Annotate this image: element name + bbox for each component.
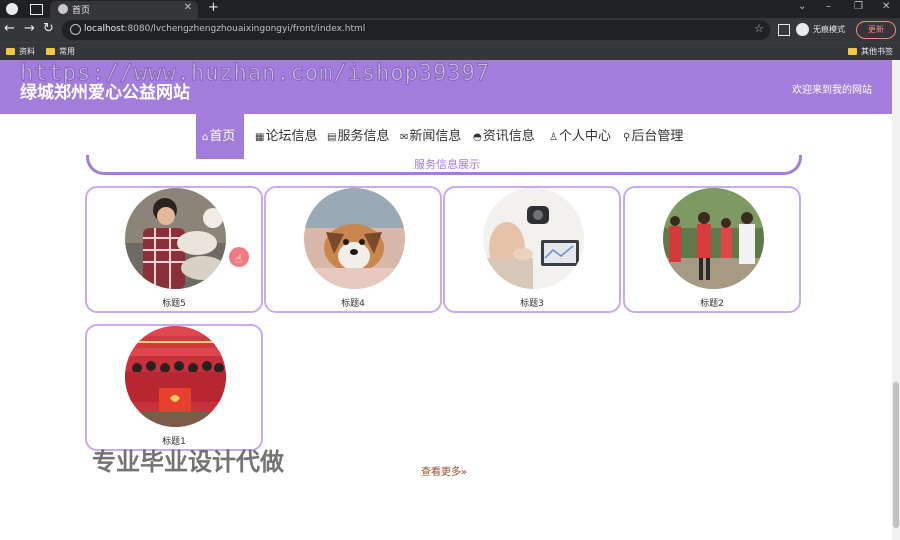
nav-item-info[interactable]: ◓资讯信息	[473, 114, 535, 159]
nav-item-service[interactable]: ▤服务信息	[327, 114, 389, 159]
welcome-text: 欢迎来到我的网站	[792, 85, 872, 96]
forum-icon: ▦	[255, 132, 265, 143]
back-arrow-icon[interactable]: ←	[4, 21, 15, 36]
reload-icon[interactable]: ↻	[43, 21, 54, 36]
card-photo[interactable]	[125, 326, 226, 427]
side-panel-icon[interactable]	[778, 24, 790, 36]
hand-pointer-icon: ☝	[235, 252, 243, 266]
nav-item-news[interactable]: ✉新闻信息	[400, 114, 461, 159]
browser-menu-icon[interactable]	[6, 3, 18, 15]
user-icon: ♙	[549, 132, 558, 143]
main-nav: ⌂首页 ▦论坛信息 ▤服务信息 ✉新闻信息 ◓资讯信息 ♙个人中心 ⚲后台管理	[0, 114, 892, 159]
bookmark-folder-changyong[interactable]: 常用	[46, 46, 75, 57]
close-tab-icon[interactable]: ✕	[184, 2, 192, 13]
cap-icon: ◓	[473, 132, 482, 143]
card-photo[interactable]	[483, 188, 584, 289]
mail-icon: ✉	[400, 132, 409, 143]
folder-icon	[6, 48, 15, 55]
browser-tab-active[interactable]: 首页 ✕	[50, 1, 198, 18]
watermark-text: 专业毕业设计代做	[92, 448, 284, 476]
nav-item-profile[interactable]: ♙个人中心	[549, 114, 611, 159]
address-bar[interactable]: localhost:8080/lvchengzhengzhouaixingong…	[62, 20, 770, 40]
section-header-band: 服务信息展示	[86, 155, 802, 175]
card-photo[interactable]	[663, 188, 764, 289]
site-info-icon[interactable]	[70, 24, 81, 35]
close-window-button[interactable]: ✕	[882, 1, 890, 12]
card-photo[interactable]	[125, 188, 226, 289]
new-tab-button[interactable]: +	[208, 0, 219, 15]
card-caption: 标题2	[700, 299, 724, 309]
service-card[interactable]: 标题1	[85, 324, 263, 451]
site-header: 绿城郑州爱心公益网站 https://www.huzhan.com/ishop3…	[0, 60, 892, 114]
nav-item-home[interactable]: ⌂首页	[196, 114, 244, 159]
section-title: 服务信息展示	[414, 158, 480, 171]
link-icon: ⚲	[623, 132, 631, 143]
watermark-url: https://www.huzhan.com/ishop39397	[19, 61, 491, 87]
minimize-button[interactable]: –	[826, 1, 831, 12]
scrollbar-thumb[interactable]	[893, 382, 899, 528]
service-card[interactable]: 标题4	[264, 186, 442, 313]
incognito-avatar-icon[interactable]	[796, 23, 809, 36]
restore-button[interactable]: ❐	[854, 1, 863, 12]
service-icon: ▤	[327, 132, 337, 143]
incognito-label: 无痕模式	[813, 25, 845, 34]
tab-title: 首页	[72, 6, 91, 16]
update-button[interactable]: 更新	[856, 21, 896, 39]
page-viewport: 绿城郑州爱心公益网站 https://www.huzhan.com/ishop3…	[0, 60, 892, 540]
browser-toolbar: ← → ↻ localhost:8080/lvchengzhengzhouaix…	[0, 18, 900, 42]
folder-icon	[46, 48, 55, 55]
browser-tab-strip: 首页 ✕ + ⌄ – ❐ ✕	[0, 0, 900, 18]
card-caption: 标题4	[341, 299, 365, 309]
view-more-link[interactable]: 查看更多»	[421, 463, 467, 478]
folder-icon	[848, 48, 857, 55]
forward-arrow-icon[interactable]: →	[24, 21, 35, 36]
nav-item-forum[interactable]: ▦论坛信息	[255, 114, 317, 159]
other-bookmarks[interactable]: 其他书签	[848, 46, 893, 57]
card-caption: 标题5	[162, 299, 186, 309]
nav-item-admin[interactable]: ⚲后台管理	[623, 114, 683, 159]
card-caption: 标题3	[520, 299, 544, 309]
bookmarks-bar: 资料 常用 其他书签	[0, 42, 900, 61]
service-card[interactable]: 标题2	[623, 186, 801, 313]
bookmark-star-icon[interactable]: ☆	[754, 22, 764, 35]
page-scrollbar[interactable]	[892, 60, 900, 540]
chevron-down-icon[interactable]: ⌄	[798, 1, 806, 12]
service-card[interactable]: 标题3	[443, 186, 621, 313]
url-text: localhost:8080/lvchengzhengzhouaixingong…	[84, 24, 366, 34]
tab-search-icon[interactable]	[30, 4, 43, 15]
card-photo[interactable]	[304, 188, 405, 289]
bookmark-folder-ziliao[interactable]: 资料	[6, 46, 35, 57]
globe-icon	[58, 4, 68, 14]
home-icon: ⌂	[202, 132, 209, 143]
